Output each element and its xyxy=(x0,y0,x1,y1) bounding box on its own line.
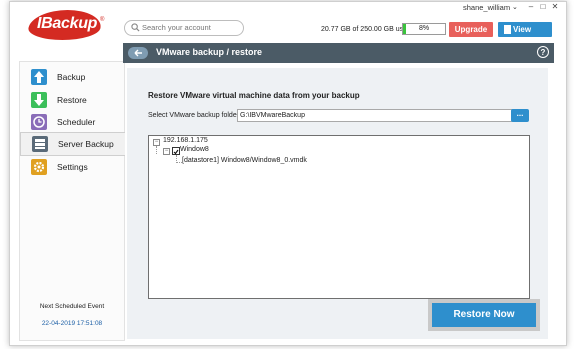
upload-arrow-icon xyxy=(31,69,47,85)
tree-disk-node[interactable]: [datastore1] Window8/Window8_0.vmdk xyxy=(182,157,307,164)
close-button[interactable]: ✕ xyxy=(550,2,560,11)
tree-vm-node[interactable]: Window8 xyxy=(180,146,209,153)
sidebar-item-restore[interactable]: Restore xyxy=(20,89,124,111)
backup-folder-label: Select VMware backup folder xyxy=(148,112,240,119)
download-arrow-icon xyxy=(31,92,47,108)
tree-host-node[interactable]: 192.168.1.175 xyxy=(163,137,208,144)
maximize-button[interactable]: □ xyxy=(538,2,548,11)
tree-connector xyxy=(156,146,157,154)
sidebar: Backup Restore Scheduler Server Backup S… xyxy=(19,61,125,341)
logo-text: IBackup xyxy=(37,15,98,32)
collapse-toggle[interactable]: − xyxy=(153,139,160,146)
ibackup-logo: IBackup ® xyxy=(26,10,105,40)
chevron-down-icon[interactable]: ⌄ xyxy=(512,3,518,11)
username-menu[interactable]: shane_william xyxy=(463,3,510,12)
sidebar-item-settings[interactable]: Settings xyxy=(20,156,124,178)
server-icon xyxy=(32,136,48,152)
sidebar-item-label: Backup xyxy=(57,72,86,82)
search-box[interactable] xyxy=(124,20,244,36)
restore-now-button[interactable]: Restore Now xyxy=(432,303,536,327)
page-title-bar: VMware backup / restore ? xyxy=(123,43,554,63)
next-scheduled-time: 22-04-2019 17:51:08 xyxy=(41,320,103,327)
search-icon xyxy=(131,23,140,32)
registered-mark: ® xyxy=(100,17,105,23)
vm-tree: − 192.168.1.175 − Window8 [datastore1] W… xyxy=(148,135,530,299)
page-title: VMware backup / restore xyxy=(156,47,263,57)
storage-usage-text: 20.77 GB of 250.00 GB used xyxy=(321,26,411,33)
sidebar-item-server-backup[interactable]: Server Backup xyxy=(20,132,125,156)
browse-button[interactable]: ... xyxy=(511,109,529,122)
sidebar-item-label: Scheduler xyxy=(57,117,96,127)
vm-checkbox[interactable] xyxy=(172,147,180,155)
storage-usage-bar: 8% xyxy=(402,23,446,35)
upgrade-button[interactable]: Upgrade xyxy=(449,22,493,37)
search-input[interactable] xyxy=(142,22,238,33)
sidebar-item-backup[interactable]: Backup xyxy=(20,66,124,88)
usage-percent: 8% xyxy=(418,25,430,32)
back-arrow-icon xyxy=(134,49,142,57)
sidebar-item-scheduler[interactable]: Scheduler xyxy=(20,111,124,133)
document-icon xyxy=(504,25,511,34)
collapse-toggle[interactable]: − xyxy=(163,148,170,155)
sidebar-item-label: Restore xyxy=(57,95,87,105)
restore-panel: Restore VMware virtual machine data from… xyxy=(127,68,548,339)
clock-icon xyxy=(31,114,47,130)
sidebar-item-label: Settings xyxy=(57,162,88,172)
next-scheduled-title: Next Scheduled Event xyxy=(39,303,105,310)
sidebar-item-label: Server Backup xyxy=(58,139,114,149)
minimize-button[interactable]: – xyxy=(526,2,536,11)
view-logs-button[interactable]: View Logs xyxy=(498,22,552,49)
restore-heading: Restore VMware virtual machine data from… xyxy=(148,91,360,100)
backup-folder-field[interactable] xyxy=(237,109,513,122)
help-icon[interactable]: ? xyxy=(537,46,549,58)
gear-icon xyxy=(31,159,47,175)
back-button[interactable] xyxy=(128,47,148,59)
